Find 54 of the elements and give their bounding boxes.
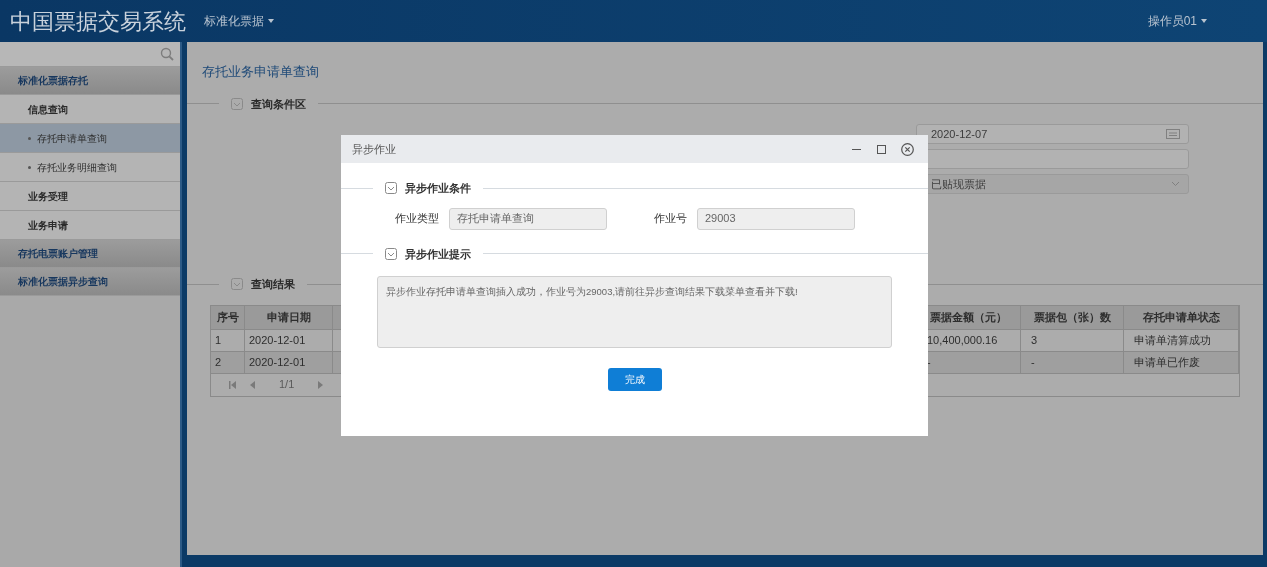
collapse-icon[interactable] bbox=[231, 97, 243, 110]
sidebar-subitem[interactable]: 存托申请单查询 bbox=[0, 124, 180, 153]
sidebar-item[interactable]: 业务受理 bbox=[0, 182, 180, 211]
search-field[interactable] bbox=[0, 42, 180, 67]
user-menu[interactable]: 操作员01 bbox=[1147, 12, 1207, 30]
table-cell: 3 bbox=[1021, 329, 1124, 351]
field-label: 作业类型 bbox=[395, 211, 439, 227]
table-cell: 2 bbox=[211, 351, 245, 373]
page-title: 存托业务申请单查询 bbox=[202, 63, 320, 81]
first-page-icon[interactable] bbox=[229, 380, 236, 389]
column-header: 序号 bbox=[211, 305, 245, 329]
input-field[interactable]: 29003 bbox=[697, 207, 855, 230]
section-title: 异步作业提示 bbox=[405, 246, 471, 262]
input-field[interactable]: 存托申请单查询 bbox=[449, 207, 607, 230]
table-cell: 2020-12-01 bbox=[245, 351, 333, 373]
column-header: 申请日期 bbox=[245, 305, 333, 329]
finish-button[interactable]: 完成 bbox=[607, 368, 662, 391]
module-menu[interactable]: 标准化票据 bbox=[204, 12, 274, 30]
previous-page-icon[interactable] bbox=[250, 380, 255, 389]
collapse-icon[interactable] bbox=[231, 278, 243, 291]
sidebar-subitem[interactable]: 存托业务明细查询 bbox=[0, 153, 180, 182]
bullet-icon bbox=[28, 165, 31, 169]
section-title: 查询条件区 bbox=[251, 96, 306, 112]
search-icon[interactable] bbox=[160, 47, 174, 61]
page-indicator: 1/1 bbox=[278, 377, 296, 393]
table-cell: 1 bbox=[211, 329, 245, 351]
next-page-icon[interactable] bbox=[318, 380, 324, 389]
collapse-icon[interactable] bbox=[385, 182, 397, 195]
message-box: 异步作业存托申请单查询插入成功，作业号为29003,请前往异步查询结果下载菜单查看并下载! bbox=[377, 276, 892, 348]
sidebar-item[interactable]: 信息查询 bbox=[0, 95, 180, 124]
column-header: 票据包（张）数 bbox=[1021, 305, 1124, 329]
section-title: 查询结果 bbox=[251, 277, 295, 292]
section-title: 异步作业条件 bbox=[405, 181, 471, 196]
field-label: 作业号 bbox=[653, 211, 687, 227]
sidebar-group[interactable]: 标准化票据存托 bbox=[0, 67, 180, 95]
sidebar-item[interactable]: 业务申请 bbox=[0, 211, 180, 240]
collapse-icon[interactable] bbox=[385, 247, 397, 260]
sidebar-group[interactable]: 标准化票据异步查询 bbox=[0, 268, 180, 296]
caret-icon bbox=[1201, 19, 1207, 23]
system-title: 中国票据交易系统 bbox=[10, 7, 186, 36]
dialog-title: 异步作业 bbox=[352, 141, 397, 157]
table-cell: 2020-12-01 bbox=[245, 329, 333, 351]
sidebar-group[interactable]: 存托电票账户管理 bbox=[0, 240, 180, 268]
column-header: 存托申请单状态 bbox=[1124, 305, 1239, 329]
date-field[interactable]: 2020-12-07 bbox=[916, 124, 1189, 144]
table-cell: - bbox=[1021, 351, 1124, 373]
bullet-icon bbox=[28, 136, 31, 140]
caret-icon bbox=[268, 19, 274, 23]
table-cell: 申请单清算成功 bbox=[1124, 329, 1239, 351]
maximize-icon[interactable] bbox=[877, 144, 886, 154]
close-icon[interactable] bbox=[901, 142, 914, 156]
chevron-down-icon[interactable] bbox=[1171, 181, 1180, 187]
table-cell: 申请单已作废 bbox=[1124, 351, 1239, 373]
calendar-icon[interactable] bbox=[1166, 129, 1180, 139]
